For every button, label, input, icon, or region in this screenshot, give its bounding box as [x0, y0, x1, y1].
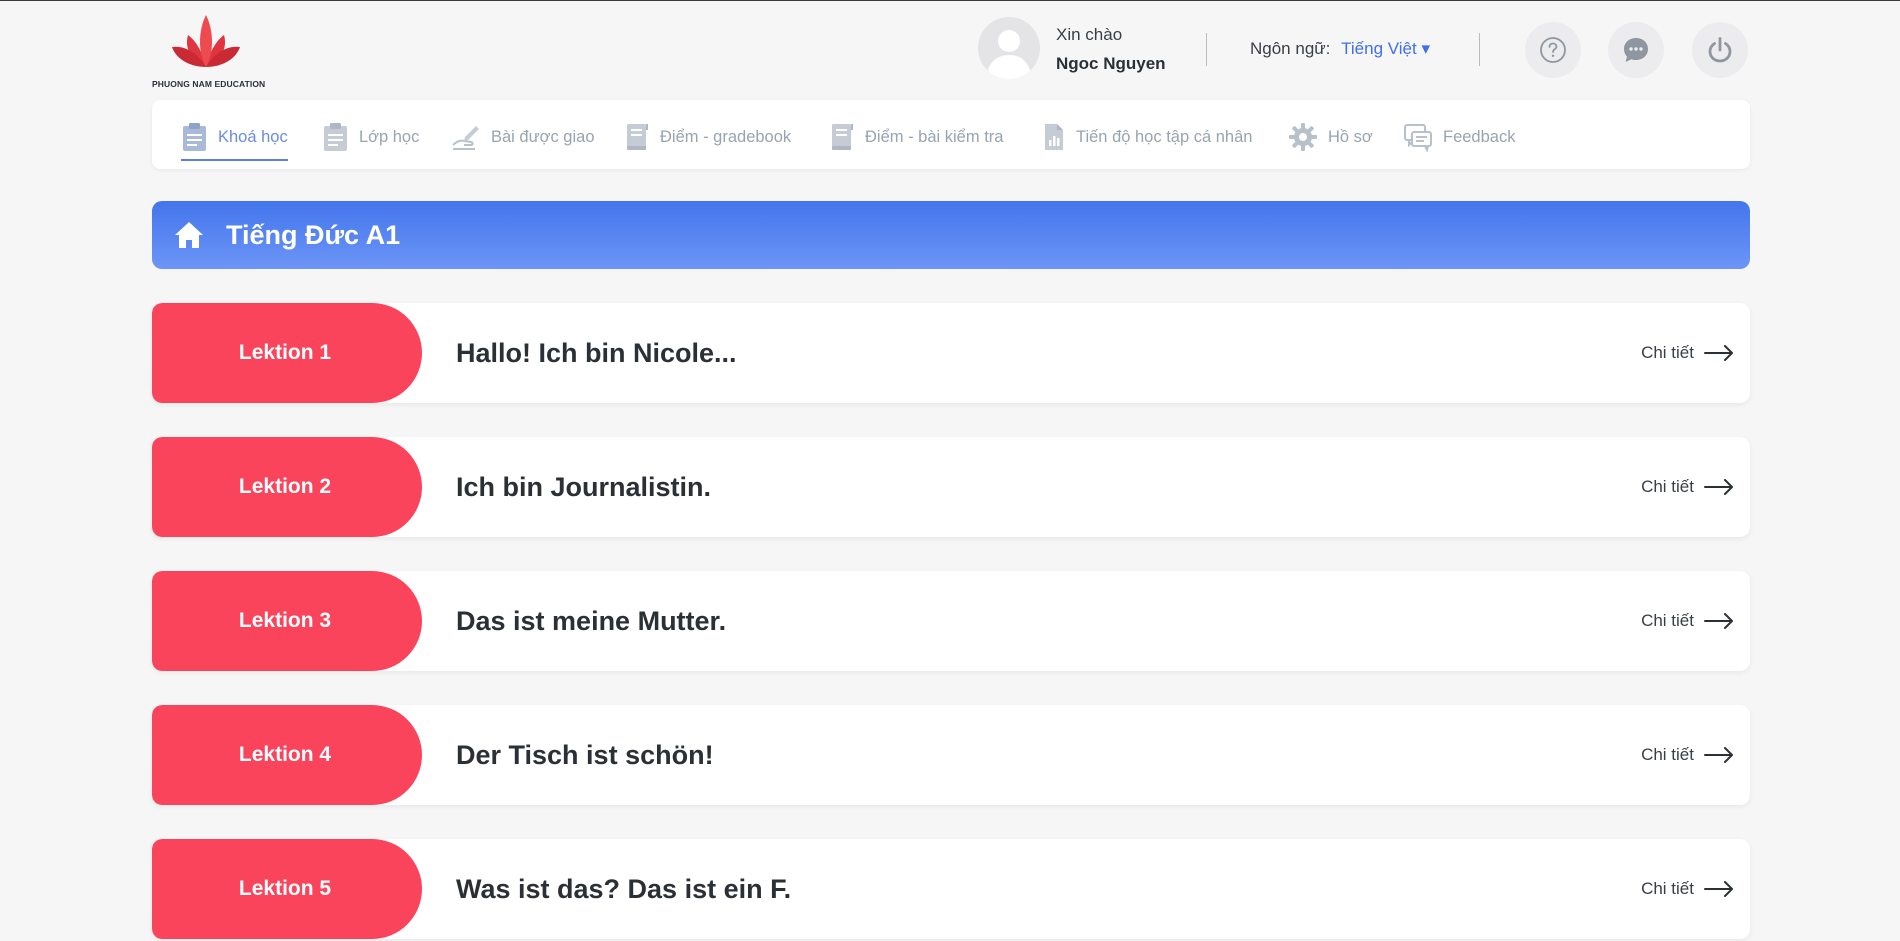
- avatar[interactable]: [978, 17, 1040, 79]
- nav-item-test-scores[interactable]: Điểm - bài kiểm tra: [829, 118, 1003, 156]
- chat-icon: [1624, 38, 1648, 62]
- nav-label: Tiến độ học tập cá nhân: [1076, 127, 1253, 146]
- arrow-right-icon: [1704, 881, 1733, 897]
- nav-label: Điểm - gradebook: [660, 127, 792, 146]
- language-selector[interactable]: Ngôn ngữ: Tiếng Việt ▾: [1250, 39, 1430, 59]
- lesson-card[interactable]: Lektion 2 Ich bin Journalistin. Chi tiết: [152, 437, 1750, 537]
- lesson-tag-label: Lektion 4: [238, 743, 332, 766]
- arrow-right-icon: [1704, 747, 1733, 763]
- detail-label: Chi tiết: [1641, 343, 1694, 362]
- divider: [1479, 33, 1480, 66]
- lesson-tag: Lektion 2: [152, 437, 422, 537]
- gear-icon: [1289, 123, 1317, 151]
- logout-button[interactable]: [1692, 22, 1748, 78]
- lesson-tag-label: Lektion 1: [238, 341, 332, 364]
- detail-label: Chi tiết: [1641, 745, 1694, 764]
- lesson-card[interactable]: Lektion 3 Das ist meine Mutter. Chi tiết: [152, 571, 1750, 671]
- book-icon: [832, 124, 853, 150]
- lesson-card[interactable]: Lektion 5 Was ist das? Das ist ein F. Ch…: [152, 839, 1750, 939]
- nav-label: Feedback: [1443, 127, 1516, 146]
- user-silhouette-icon: [986, 30, 1032, 79]
- nav-item-progress[interactable]: Tiến độ học tập cá nhân: [1042, 118, 1252, 156]
- lesson-tag: Lektion 5: [152, 839, 422, 939]
- lesson-title: Was ist das? Das ist ein F.: [456, 873, 792, 904]
- lesson-tag: Lektion 4: [152, 705, 422, 805]
- nav-label: Điểm - bài kiểm tra: [865, 127, 1004, 146]
- book-icon: [627, 124, 648, 150]
- lesson-detail-link[interactable]: Chi tiết: [1641, 571, 1734, 671]
- brand-name: PHUONG NAM EDUCATION: [152, 79, 266, 89]
- power-icon: [1708, 37, 1732, 63]
- arrow-right-icon: [1704, 613, 1733, 629]
- lesson-detail-link[interactable]: Chi tiết: [1641, 839, 1734, 939]
- detail-label: Chi tiết: [1641, 611, 1694, 630]
- lesson-title: Hallo! Ich bin Nicole...: [456, 337, 737, 368]
- nav-item-assignments[interactable]: Bài được giao: [451, 118, 595, 156]
- help-icon: [1540, 37, 1566, 63]
- divider: [1206, 33, 1207, 66]
- lesson-tag: Lektion 3: [152, 571, 422, 671]
- lesson-card[interactable]: Lektion 1 Hallo! Ich bin Nicole... Chi t…: [152, 303, 1750, 403]
- nav-label: Khoá học: [218, 127, 288, 146]
- language-value[interactable]: Tiếng Việt ▾: [1341, 39, 1430, 58]
- nav-item-classes[interactable]: Lớp học: [322, 118, 419, 156]
- nav-label: Lớp học: [359, 127, 420, 146]
- report-chart-icon: [1045, 124, 1063, 150]
- home-icon[interactable]: [174, 221, 204, 249]
- lesson-tag: Lektion 1: [152, 303, 422, 403]
- lesson-title: Ich bin Journalistin.: [456, 471, 712, 502]
- lesson-tag-label: Lektion 5: [238, 877, 332, 900]
- lesson-title: Der Tisch ist schön!: [456, 739, 714, 770]
- user-name: Ngoc Nguyen: [1056, 54, 1166, 73]
- language-label: Ngôn ngữ:: [1250, 39, 1331, 58]
- greeting-text: Xin chào: [1056, 25, 1123, 44]
- hand-pen-icon: [452, 126, 479, 150]
- detail-label: Chi tiết: [1641, 477, 1694, 496]
- lesson-tag-label: Lektion 3: [238, 609, 332, 632]
- arrow-right-icon: [1704, 345, 1733, 361]
- feedback-icon: [1404, 124, 1432, 152]
- nav-label: Bài được giao: [491, 127, 595, 146]
- course-title: Tiếng Đức A1: [226, 219, 401, 250]
- main-nav: Khoá học Lớp học Bài được giao Điểm - gr…: [152, 100, 1750, 169]
- chat-button[interactable]: [1608, 22, 1664, 78]
- nav-item-courses[interactable]: Khoá học: [181, 118, 288, 161]
- lesson-detail-link[interactable]: Chi tiết: [1641, 705, 1734, 805]
- clipboard-icon: [183, 123, 206, 151]
- nav-label: Hồ sơ: [1328, 127, 1373, 146]
- lotus-logo-icon: [172, 15, 240, 67]
- detail-label: Chi tiết: [1641, 879, 1694, 898]
- user-greeting: Xin chào Ngoc Nguyen: [1056, 25, 1166, 74]
- lesson-detail-link[interactable]: Chi tiết: [1641, 303, 1734, 403]
- page-container: PHUONG NAM EDUCATION Xin chào Ngoc Nguye…: [152, 1, 1750, 939]
- lesson-tag-label: Lektion 2: [238, 475, 332, 498]
- clipboard-icon: [324, 123, 347, 151]
- nav-item-feedback[interactable]: Feedback: [1403, 118, 1515, 156]
- brand-logo[interactable]: PHUONG NAM EDUCATION: [152, 9, 266, 91]
- lesson-detail-link[interactable]: Chi tiết: [1641, 437, 1734, 537]
- arrow-right-icon: [1704, 479, 1733, 495]
- help-button[interactable]: [1525, 22, 1581, 78]
- top-header: PHUONG NAM EDUCATION Xin chào Ngoc Nguye…: [152, 1, 1750, 97]
- course-banner: Tiếng Đức A1: [152, 201, 1750, 269]
- nav-item-profile[interactable]: Hồ sơ: [1288, 118, 1373, 156]
- nav-item-gradebook[interactable]: Điểm - gradebook: [624, 118, 791, 156]
- lesson-card[interactable]: Lektion 4 Der Tisch ist schön! Chi tiết: [152, 705, 1750, 805]
- lesson-title: Das ist meine Mutter.: [456, 605, 727, 636]
